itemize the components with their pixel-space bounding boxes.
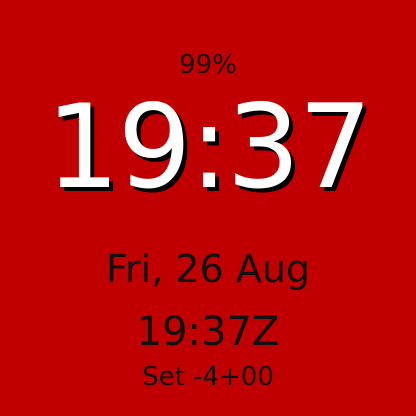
battery-percentage: 99% [179,50,237,80]
set-time-info: Set -4+00 [142,362,274,392]
watch-screen: 99% 19:37 Fri, 26 Aug 19:37Z Set -4+00 [0,0,416,416]
main-time: 19:37 [45,80,372,215]
utc-time: 19:37Z [136,309,280,355]
date-display: Fri, 26 Aug [105,247,311,291]
